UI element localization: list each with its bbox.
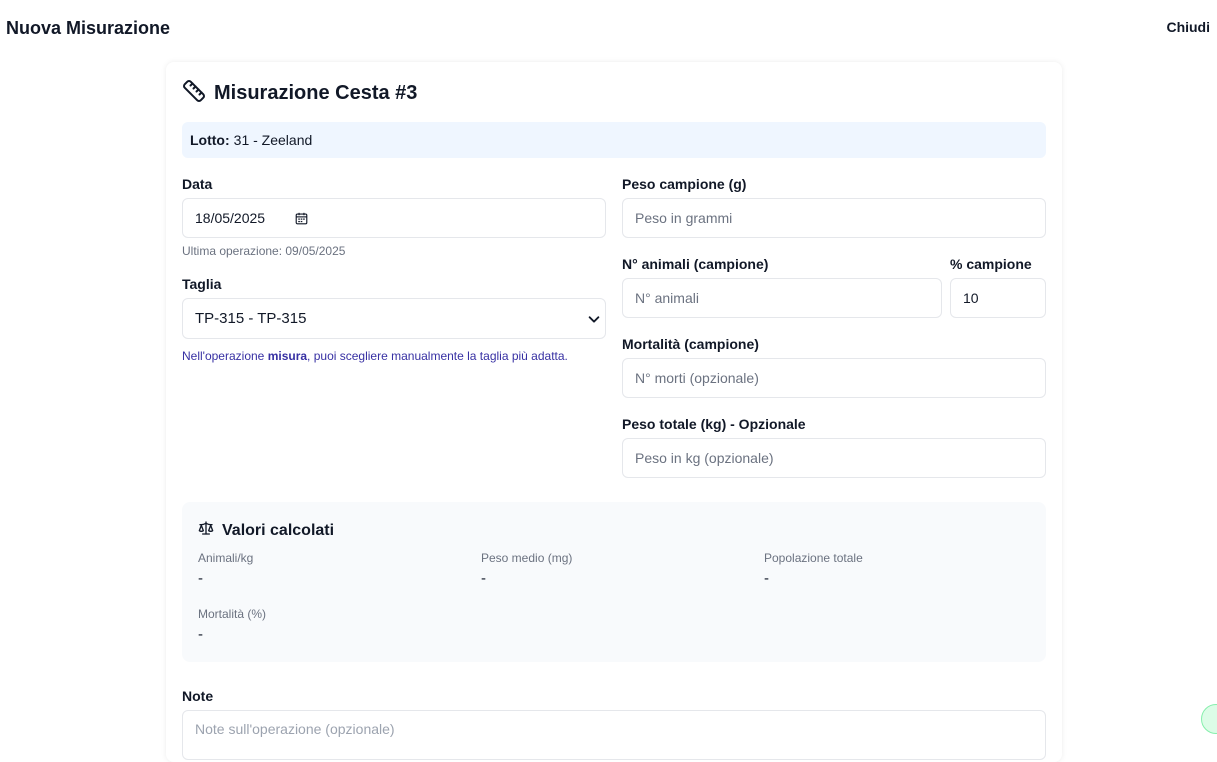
lot-info: Lotto: 31 - Zeeland bbox=[182, 122, 1046, 158]
metric-label: Popolazione totale bbox=[764, 551, 863, 565]
close-button[interactable]: Chiudi bbox=[1166, 19, 1210, 35]
card-header: Misurazione Cesta #3 bbox=[182, 79, 418, 108]
calculated-values-panel: Valori calcolati Animali/kg - Peso medio… bbox=[182, 502, 1046, 662]
sample-weight-input[interactable]: Peso in grammi bbox=[622, 198, 1046, 238]
date-label: Data bbox=[182, 176, 213, 192]
calculated-values-title: Valori calcolati bbox=[222, 521, 335, 539]
scale-icon bbox=[198, 520, 214, 541]
lot-label: Lotto: bbox=[190, 132, 230, 148]
metric-value: - bbox=[481, 570, 486, 587]
calculated-values-header: Valori calcolati bbox=[198, 520, 334, 541]
mortality-label: Mortalità (campione) bbox=[622, 336, 759, 352]
notes-label: Note bbox=[182, 688, 214, 704]
connection-status-icon[interactable] bbox=[1201, 704, 1217, 734]
sample-percent-input[interactable]: 10 bbox=[950, 278, 1046, 318]
card-title: Misurazione Cesta #3 bbox=[214, 81, 418, 104]
dialog-title: Nuova Misurazione bbox=[6, 18, 171, 38]
metric-label: Mortalità (%) bbox=[198, 607, 267, 621]
metric-value: - bbox=[198, 570, 203, 587]
mortality-input[interactable]: N° morti (opzionale) bbox=[622, 358, 1046, 398]
size-selected-value: TP-315 - TP-315 bbox=[195, 310, 307, 327]
calendar-icon[interactable] bbox=[295, 212, 308, 225]
notes-textarea[interactable]: Note sull'operazione (opzionale) bbox=[182, 710, 1046, 760]
date-value: 18/05/2025 bbox=[195, 210, 266, 226]
total-weight-input[interactable]: Peso in kg (opzionale) bbox=[622, 438, 1046, 478]
size-hint: Nell'operazione misura, puoi scegliere m… bbox=[182, 349, 568, 363]
metric-label: Animali/kg bbox=[198, 551, 254, 565]
chevron-down-icon bbox=[587, 312, 601, 330]
ruler-icon bbox=[182, 79, 206, 108]
animal-count-label: N° animali (campione) bbox=[622, 256, 769, 272]
last-operation-hint: Ultima operazione: 09/05/2025 bbox=[182, 244, 346, 258]
lot-value: 31 - Zeeland bbox=[233, 132, 313, 148]
metric-value: - bbox=[764, 570, 769, 587]
size-label: Taglia bbox=[182, 276, 222, 292]
measurement-card: Misurazione Cesta #3 Lotto: 31 - Zeeland… bbox=[166, 62, 1062, 762]
date-input[interactable]: 18/05/2025 bbox=[182, 198, 606, 238]
metric-label: Peso medio (mg) bbox=[481, 551, 573, 565]
top-bar: Nuova Misurazione Chiudi bbox=[0, 0, 1217, 56]
total-weight-label: Peso totale (kg) - Opzionale bbox=[622, 416, 806, 432]
sample-percent-label: % campione bbox=[950, 256, 1032, 272]
sample-weight-label: Peso campione (g) bbox=[622, 176, 747, 192]
size-select[interactable]: TP-315 - TP-315 bbox=[182, 298, 606, 339]
animal-count-input[interactable]: N° animali bbox=[622, 278, 942, 318]
metric-value: - bbox=[198, 626, 203, 643]
